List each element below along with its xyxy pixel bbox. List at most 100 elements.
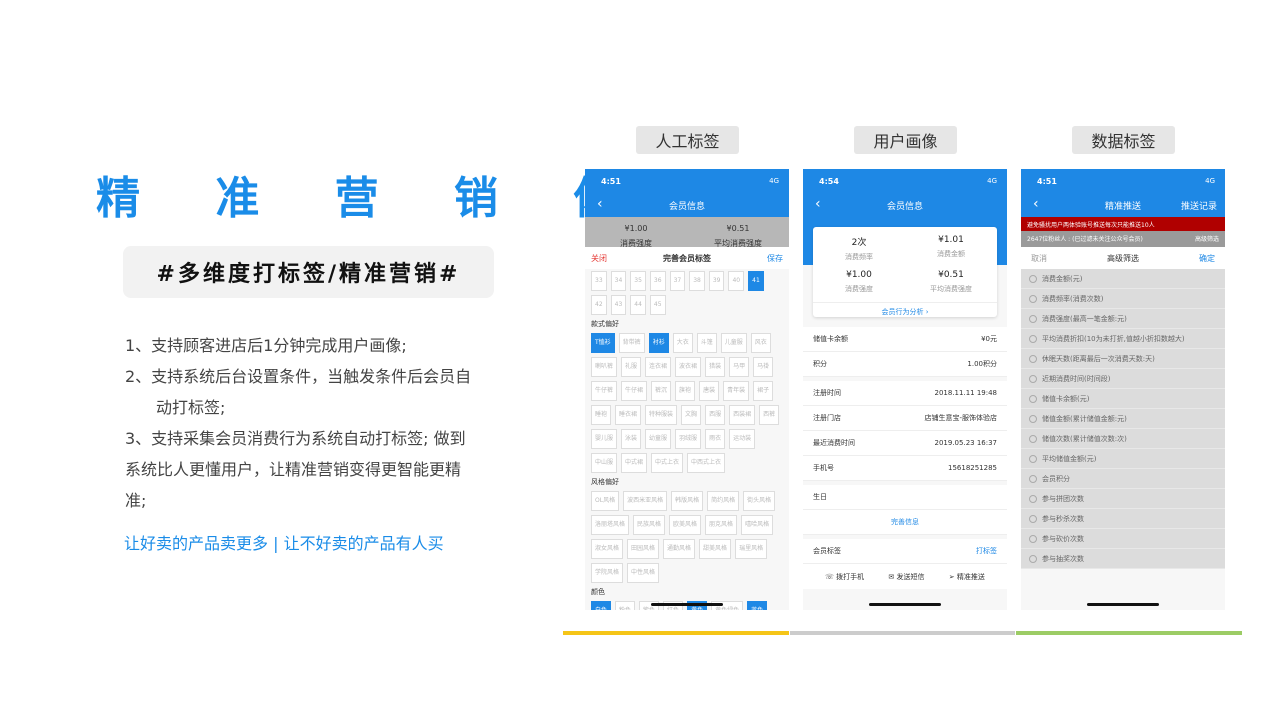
tag-chip[interactable]: 牛仔裤 — [591, 381, 618, 401]
tag-chip[interactable]: 欧美风格 — [669, 515, 702, 535]
tag-chip[interactable]: 雨衣 — [705, 429, 726, 449]
tag-chip[interactable]: 运动装 — [729, 429, 756, 449]
tag-chip[interactable]: 街头风格 — [743, 491, 776, 511]
tag-chip[interactable]: 裤沉 — [651, 381, 672, 401]
tag-chip[interactable]: 牛仔裙 — [621, 381, 648, 401]
tag-chip[interactable]: 通勤风格 — [663, 539, 696, 559]
filter-option[interactable]: 储值金额(累计储值金额:元) — [1021, 409, 1225, 429]
tag-chip[interactable]: 嘻哈风格 — [741, 515, 774, 535]
tag-chip[interactable]: 羽绒服 — [675, 429, 702, 449]
tag-chip[interactable]: 儿童服 — [720, 333, 747, 353]
tag-chip[interactable]: 背带裤 — [618, 333, 645, 353]
tag-chip[interactable]: 连衣裙 — [645, 357, 672, 377]
tag-chip[interactable]: 特种服装 — [645, 405, 678, 425]
tag-chip[interactable]: 学院风格 — [591, 563, 624, 583]
tag-chip[interactable]: 泳装 — [621, 429, 642, 449]
tag-chip[interactable]: 简约风格 — [707, 491, 740, 511]
tag-chip[interactable]: 风衣 — [750, 333, 771, 353]
tag-chip[interactable]: 34 — [610, 271, 627, 291]
tag-chip[interactable]: 35 — [630, 271, 646, 291]
tag-chip[interactable]: 白色 — [591, 601, 612, 610]
info-row[interactable]: 储值卡余额 ¥0元 — [803, 327, 1007, 352]
tag-chip[interactable]: T恤衫 — [591, 333, 615, 353]
tag-chip[interactable]: 39 — [708, 271, 725, 291]
filter-link[interactable]: 高级筛选 — [1195, 234, 1219, 244]
tag-chip[interactable]: 大衣 — [672, 333, 693, 353]
tag-chip[interactable]: 青年装 — [723, 381, 750, 401]
tag-chip[interactable]: 41 — [748, 271, 764, 291]
tag-chip[interactable]: 甜美风格 — [699, 539, 732, 559]
cancel-button[interactable]: 取消 — [1031, 253, 1047, 264]
tag-chip[interactable]: 马褂 — [753, 357, 774, 377]
tag-button[interactable]: 打标签 — [976, 546, 997, 556]
tag-chip[interactable]: 衬衫 — [648, 333, 669, 353]
info-row[interactable]: 生日 — [803, 485, 1007, 510]
filter-option[interactable]: 储值次数(累计储值次数:次) — [1021, 429, 1225, 449]
sms-button[interactable]: ✉ 发送短信 — [888, 572, 924, 582]
filter-option[interactable]: 参与秒杀次数 — [1021, 509, 1225, 529]
push-button[interactable]: ➢ 精准推送 — [949, 572, 985, 582]
tag-chip[interactable]: 西服 — [705, 405, 726, 425]
call-button[interactable]: ☏ 拨打手机 — [825, 572, 864, 582]
behavior-analysis-link[interactable]: 会员行为分析 › — [813, 302, 997, 317]
confirm-button[interactable]: 确定 — [1199, 253, 1215, 264]
tag-chip[interactable]: 33 — [591, 271, 607, 291]
tag-chip[interactable]: 礼服 — [621, 357, 642, 377]
tag-chip[interactable]: 马甲 — [729, 357, 750, 377]
filter-option[interactable]: 消费金额(元) — [1021, 269, 1225, 289]
push-records-link[interactable]: 推送记录 — [1181, 199, 1217, 212]
tag-chip[interactable]: 裙子 — [753, 381, 774, 401]
tag-chip[interactable]: 43 — [610, 295, 627, 315]
tag-chip[interactable]: 文胸 — [681, 405, 702, 425]
filter-option[interactable]: 参与拼团次数 — [1021, 489, 1225, 509]
tag-chip[interactable]: 42 — [591, 295, 607, 315]
tag-chip[interactable]: 37 — [669, 271, 686, 291]
save-button[interactable]: 保存 — [767, 253, 783, 264]
tag-chip[interactable]: 中西式上衣 — [687, 453, 726, 473]
tag-chip[interactable]: 猎装 — [705, 357, 726, 377]
tag-chip[interactable]: OL风格 — [591, 491, 620, 511]
tag-chip[interactable]: 40 — [728, 271, 745, 291]
filter-option[interactable]: 会员积分 — [1021, 469, 1225, 489]
filter-option[interactable]: 参与砍价次数 — [1021, 529, 1225, 549]
filter-option[interactable]: 储值卡余额(元) — [1021, 389, 1225, 409]
filter-option[interactable]: 平均消费折扣(10为未打折,值越小折扣数越大) — [1021, 329, 1225, 349]
tag-chip[interactable]: 中式上衣 — [651, 453, 684, 473]
tag-chip[interactable]: 粉色 — [615, 601, 636, 610]
tag-chip[interactable]: 36 — [649, 271, 666, 291]
tag-chip[interactable]: 中山服 — [591, 453, 618, 473]
filter-option[interactable]: 休眠天数(距离最后一次消费天数:天) — [1021, 349, 1225, 369]
tag-chip[interactable]: 西装裙 — [729, 405, 756, 425]
tag-chip[interactable]: 38 — [689, 271, 705, 291]
tag-chip[interactable]: 瑞里风格 — [735, 539, 768, 559]
complete-info-button[interactable]: 完善信息 — [803, 510, 1007, 535]
tag-chip[interactable]: 睡衣裙 — [615, 405, 642, 425]
tag-chip[interactable]: 婴儿服 — [591, 429, 618, 449]
tag-chip[interactable]: 民族风格 — [633, 515, 666, 535]
info-row[interactable]: 积分 1.00积分 — [803, 352, 1007, 377]
tag-chip[interactable]: 西裤 — [759, 405, 780, 425]
filter-option[interactable]: 平均储值金额(元) — [1021, 449, 1225, 469]
tag-chip[interactable]: 波西米亚风格 — [623, 491, 668, 511]
close-button[interactable]: 关闭 — [591, 253, 607, 264]
tag-chip[interactable]: 44 — [630, 295, 646, 315]
tag-chip[interactable]: 洛丽塔风格 — [591, 515, 630, 535]
tag-chip[interactable]: 朋克风格 — [705, 515, 738, 535]
tag-chip[interactable]: 淑女风格 — [591, 539, 624, 559]
tag-chip[interactable]: 田园风格 — [627, 539, 660, 559]
tag-chip[interactable]: 45 — [649, 295, 666, 315]
tag-chip[interactable]: 旗袍 — [675, 381, 696, 401]
tag-chip[interactable]: 斗篷 — [696, 333, 717, 353]
tag-chip[interactable]: 中性风格 — [627, 563, 660, 583]
tag-chip[interactable]: 波衣裙 — [675, 357, 702, 377]
tag-chip[interactable]: 蓝色 — [747, 601, 768, 610]
filter-option[interactable]: 消费强度(最高一笔金额:元) — [1021, 309, 1225, 329]
filter-option[interactable]: 参与抽奖次数 — [1021, 549, 1225, 569]
tag-chip[interactable]: 唐装 — [699, 381, 720, 401]
filter-option[interactable]: 消费频率(消费次数) — [1021, 289, 1225, 309]
tag-chip[interactable]: 幼童服 — [645, 429, 672, 449]
tag-chip[interactable]: 喇叭裤 — [591, 357, 618, 377]
tag-chip[interactable]: 韩版风格 — [671, 491, 704, 511]
tag-chip[interactable]: 睡袍 — [591, 405, 612, 425]
tag-chip[interactable]: 中式裙 — [621, 453, 648, 473]
